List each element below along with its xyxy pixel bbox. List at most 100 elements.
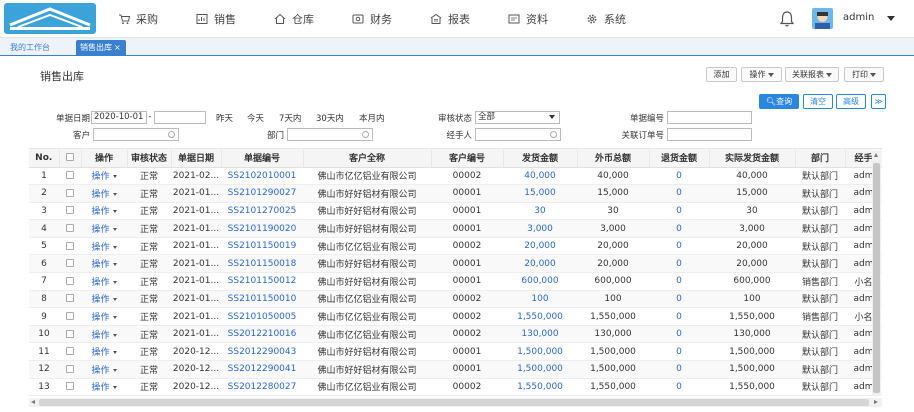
table-row[interactable]: 2 操作 正常 2021-01... SS2101290027 佛山市好好铝材有限公司 00…: [29, 184, 882, 203]
checkbox[interactable]: [66, 276, 74, 285]
doc-number-link[interactable]: SS2101150012: [221, 272, 303, 291]
date-from-input[interactable]: 2020-10-01: [91, 111, 147, 124]
row-checkbox[interactable]: [59, 360, 81, 379]
row-checkbox[interactable]: [59, 202, 81, 221]
row-checkbox[interactable]: [59, 272, 81, 291]
table-row[interactable]: 13 操作 正常 2020-12... SS2012280027 佛山市亿亿铝业有限公司 0…: [29, 378, 882, 397]
doc-number-link[interactable]: SS2101050005: [221, 307, 303, 326]
table-row[interactable]: 7 操作 正常 2021-01... SS2101150012 佛山市好好铝材有限公司 00…: [29, 272, 882, 291]
doc-no-input[interactable]: [667, 111, 752, 124]
row-checkbox[interactable]: [59, 254, 81, 274]
checkbox[interactable]: [66, 224, 74, 233]
row-operation-menu[interactable]: 操作: [81, 342, 127, 362]
scroll-left-icon[interactable]: [31, 400, 35, 404]
quick-this-month[interactable]: 本月内: [359, 112, 385, 124]
row-operation-menu[interactable]: 操作: [81, 307, 127, 326]
doc-number-link[interactable]: SS2101150019: [221, 237, 303, 256]
row-operation-menu[interactable]: 操作: [81, 237, 127, 256]
quick-today[interactable]: 今天: [247, 112, 264, 124]
user-menu-chevron-down-icon[interactable]: [887, 16, 895, 21]
row-checkbox[interactable]: [59, 167, 81, 186]
doc-number-link[interactable]: SS2012280027: [221, 378, 303, 397]
doc-number-link[interactable]: SS2101290027: [221, 184, 303, 203]
search-icon[interactable]: [168, 131, 175, 138]
checkbox[interactable]: [66, 294, 74, 303]
query-button[interactable]: 🔍︎查询: [759, 94, 799, 109]
table-row[interactable]: 6 操作 正常 2021-01... SS2101150018 佛山市好好铝材有限公司 00…: [29, 254, 882, 274]
close-icon[interactable]: ×: [114, 43, 121, 52]
row-operation-menu[interactable]: 操作: [81, 378, 127, 397]
menu-item-folder[interactable]: 资料: [508, 0, 548, 38]
customer-input[interactable]: [93, 128, 179, 141]
scroll-up-icon[interactable]: [874, 153, 878, 157]
doc-number-link[interactable]: SS2012290043: [221, 342, 303, 362]
menu-item-house[interactable]: 仓库: [274, 0, 314, 38]
row-operation-menu[interactable]: 操作: [81, 254, 127, 274]
checkbox[interactable]: [66, 206, 74, 215]
user-name[interactable]: admin: [843, 12, 874, 23]
vertical-scrollbar[interactable]: [872, 151, 881, 396]
checkbox[interactable]: [66, 312, 74, 321]
checkbox[interactable]: [66, 188, 74, 197]
horizontal-scroll-thumb[interactable]: [39, 399, 869, 406]
quick-7-days[interactable]: 7天内: [279, 112, 301, 124]
row-checkbox[interactable]: [59, 219, 81, 238]
horizontal-scrollbar[interactable]: [29, 398, 882, 407]
menu-item-cart[interactable]: 采购: [118, 0, 158, 38]
audit-status-select[interactable]: 全部: [475, 111, 560, 124]
menu-item-report[interactable]: 报表: [430, 0, 470, 38]
table-row[interactable]: 11 操作 正常 2020-12... SS2012290043 佛山市好好铝材有限公司 0…: [29, 342, 882, 362]
menu-item-sales[interactable]: 销售: [196, 0, 236, 38]
tab-workbench[interactable]: 我的工作台: [6, 40, 54, 56]
table-row[interactable]: 3 操作 正常 2021-01... SS2101270025 佛山市好好铝材有限公司 00…: [29, 202, 882, 221]
advanced-button[interactable]: 高级: [836, 94, 866, 109]
menu-item-finance[interactable]: 财务: [352, 0, 392, 38]
checkbox[interactable]: [66, 259, 74, 268]
add-button[interactable]: 添加: [706, 67, 737, 82]
vertical-scroll-thumb[interactable]: [873, 163, 880, 393]
row-checkbox[interactable]: [59, 290, 81, 309]
table-row[interactable]: 10 操作 正常 2021-01... SS2012210016 佛山市亿亿铝业有限公司 0…: [29, 325, 882, 344]
table-row[interactable]: 4 操作 正常 2021-01... SS2101190020 佛山市好好铝材有限公司 00…: [29, 219, 882, 238]
search-icon[interactable]: [362, 131, 369, 138]
avatar[interactable]: [812, 8, 833, 29]
row-operation-menu[interactable]: 操作: [81, 290, 127, 309]
scroll-right-icon[interactable]: [874, 400, 878, 404]
select-all-column-header[interactable]: [59, 149, 82, 168]
menu-item-gear[interactable]: 系统: [586, 0, 626, 38]
row-operation-menu[interactable]: 操作: [81, 325, 127, 344]
date-to-input[interactable]: [154, 111, 206, 124]
table-row[interactable]: 5 操作 正常 2021-01... SS2101150019 佛山市亿亿铝业有限公司 00…: [29, 237, 882, 256]
quick-yesterday[interactable]: 昨天: [216, 112, 233, 124]
select-all-checkbox[interactable]: [66, 153, 74, 162]
print-button[interactable]: 打印: [844, 67, 884, 82]
row-operation-menu[interactable]: 操作: [81, 272, 127, 291]
operations-button[interactable]: 操作: [741, 67, 782, 82]
row-checkbox[interactable]: [59, 237, 81, 256]
app-logo[interactable]: [4, 3, 96, 34]
doc-number-link[interactable]: SS2012210016: [221, 325, 303, 344]
search-icon[interactable]: [550, 131, 557, 138]
row-checkbox[interactable]: [59, 325, 81, 344]
row-operation-menu[interactable]: 操作: [81, 184, 127, 203]
doc-number-link[interactable]: SS2101150010: [221, 290, 303, 309]
doc-number-link[interactable]: SS2101270025: [221, 202, 303, 221]
row-checkbox[interactable]: [59, 378, 81, 397]
row-operation-menu[interactable]: 操作: [81, 202, 127, 221]
row-operation-menu[interactable]: 操作: [81, 360, 127, 379]
tab-sales-outbound[interactable]: 销售出库 ×: [76, 40, 126, 56]
related-order-input[interactable]: [667, 128, 752, 141]
table-row[interactable]: 12 操作 正常 2020-12... SS2012290041 佛山市好好铝材有限公司 0…: [29, 360, 882, 379]
doc-number-link[interactable]: SS2102010001: [221, 167, 303, 186]
collapse-icon[interactable]: ≫: [871, 94, 886, 109]
table-row[interactable]: 1 操作 正常 2021-02... SS2102010001 佛山市亿亿铝业有限公司 00…: [29, 167, 882, 186]
table-row[interactable]: 8 操作 正常 2021-01... SS2101150010 佛山市亿亿铝业有限公司 00…: [29, 290, 882, 309]
doc-number-link[interactable]: SS2012290041: [221, 360, 303, 379]
checkbox[interactable]: [66, 241, 74, 250]
checkbox[interactable]: [66, 347, 74, 356]
related-report-button[interactable]: 关联报表: [785, 67, 839, 82]
checkbox[interactable]: [66, 364, 74, 373]
row-checkbox[interactable]: [59, 184, 81, 203]
checkbox[interactable]: [66, 329, 74, 338]
row-checkbox[interactable]: [59, 307, 81, 326]
